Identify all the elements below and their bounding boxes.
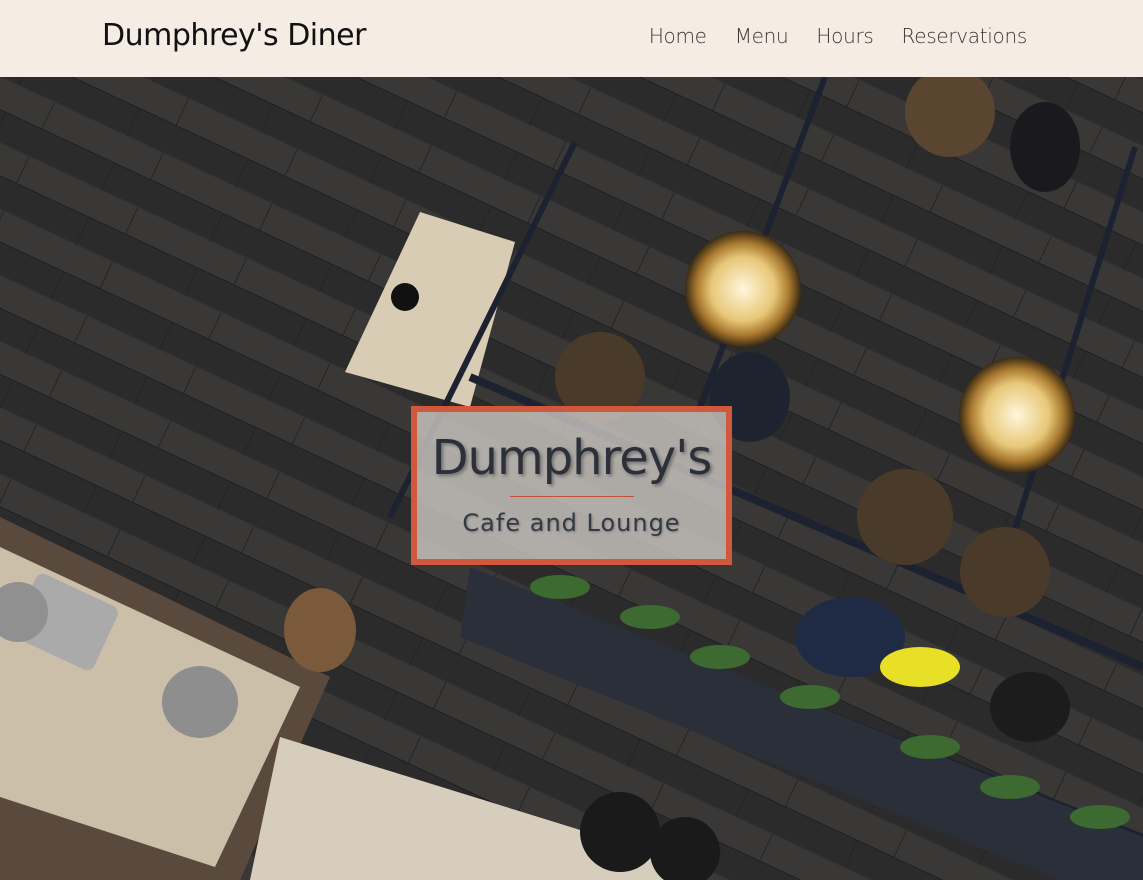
brand-logo[interactable]: Dumphrey's Diner [102,18,366,53]
coffee-machine [162,666,238,738]
hero-section: Dumphrey's Cafe and Lounge [0,77,1143,880]
hero-subtitle: Cafe and Lounge [462,509,681,537]
nav-links: Home Menu Hours Reservations [649,24,1027,48]
pendant-lamp [959,357,1075,473]
nav-link-menu[interactable]: Menu [735,24,789,48]
top-navbar: Dumphrey's Diner Home Menu Hours Reserva… [0,0,1143,77]
title-divider [509,496,634,497]
pendant-lamp [685,231,801,347]
basket [284,588,356,672]
nav-link-hours[interactable]: Hours [816,24,873,48]
hero-title: Dumphrey's [431,430,713,486]
nav-link-reservations[interactable]: Reservations [902,24,1028,48]
nav-link-home[interactable]: Home [649,24,707,48]
hero-title-card: Dumphrey's Cafe and Lounge [411,406,732,565]
